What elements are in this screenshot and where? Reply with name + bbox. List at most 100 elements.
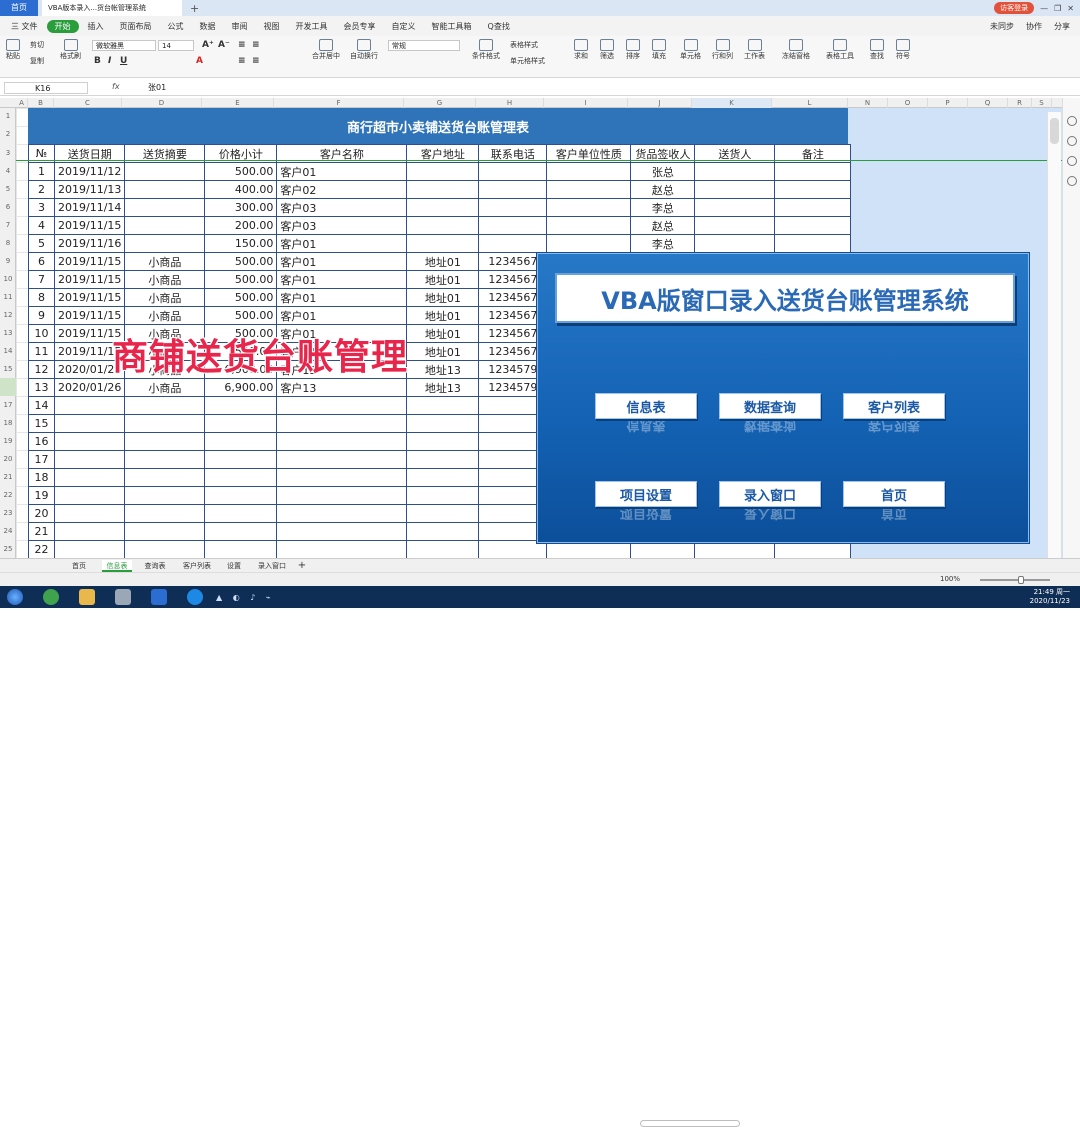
cell-address[interactable] bbox=[406, 216, 480, 235]
cell-date[interactable] bbox=[53, 414, 126, 433]
menu-item-page-layout[interactable]: 页面布局 bbox=[113, 21, 159, 32]
cell-price[interactable] bbox=[204, 396, 278, 415]
row-header[interactable]: 13 bbox=[0, 329, 16, 337]
cell-no[interactable]: 21 bbox=[28, 522, 55, 541]
tab-document[interactable]: VBA版本录入...货台帐管理系统 bbox=[42, 0, 182, 16]
column-header-s[interactable]: S bbox=[1032, 98, 1052, 108]
menu-item-review[interactable]: 审阅 bbox=[225, 21, 255, 32]
cell-date[interactable]: 2019/11/16 bbox=[53, 234, 126, 253]
cell-no[interactable]: 12 bbox=[28, 360, 55, 379]
sheet-tab-query[interactable]: 查询表 bbox=[140, 560, 170, 572]
scroll-thumb[interactable] bbox=[1050, 118, 1059, 144]
zoom-level[interactable]: 100% bbox=[940, 575, 960, 583]
cell-price[interactable] bbox=[204, 522, 278, 541]
property-tool-icon[interactable] bbox=[1067, 136, 1077, 146]
row-header[interactable]: 9 bbox=[0, 257, 16, 265]
cell-customer[interactable] bbox=[276, 450, 408, 469]
cell-no[interactable]: 16 bbox=[28, 432, 55, 451]
column-header-j[interactable]: J bbox=[628, 98, 692, 108]
column-header-o[interactable]: O bbox=[888, 98, 928, 108]
cell-remark[interactable] bbox=[774, 234, 852, 253]
cell-address[interactable] bbox=[406, 162, 480, 181]
sum-button[interactable]: 求和 bbox=[574, 39, 588, 61]
row-header[interactable]: 17 bbox=[0, 401, 16, 409]
row-header[interactable]: 19 bbox=[0, 437, 16, 445]
cell-phone[interactable] bbox=[478, 162, 548, 181]
row-header[interactable]: 12 bbox=[0, 311, 16, 319]
cond-format-button[interactable]: 条件格式 bbox=[472, 39, 500, 61]
formula-input[interactable]: 张01 bbox=[148, 82, 166, 93]
row-header[interactable]: 15 bbox=[0, 365, 16, 373]
new-tab-icon[interactable]: + bbox=[190, 2, 199, 15]
cell-address[interactable] bbox=[406, 414, 480, 433]
taskbar-app[interactable] bbox=[144, 586, 174, 608]
fill-button[interactable]: 填充 bbox=[652, 39, 666, 61]
start-button[interactable] bbox=[0, 586, 30, 608]
taskbar-app[interactable] bbox=[108, 586, 138, 608]
cell-date[interactable]: 2019/11/15 bbox=[53, 216, 126, 235]
menu-file[interactable]: 三 文件 bbox=[4, 21, 45, 32]
cell-summary[interactable] bbox=[124, 180, 206, 199]
cell-price[interactable] bbox=[204, 540, 278, 559]
cell-date[interactable] bbox=[53, 468, 126, 487]
cell-no[interactable]: 10 bbox=[28, 324, 55, 343]
align-center-icon[interactable]: ≡ bbox=[252, 56, 260, 66]
cell-price[interactable]: 150.00 bbox=[204, 234, 278, 253]
cell-date[interactable] bbox=[53, 522, 126, 541]
select-tool-icon[interactable] bbox=[1067, 116, 1077, 126]
cell-address[interactable] bbox=[406, 396, 480, 415]
cell-summary[interactable] bbox=[124, 432, 206, 451]
cell-customer[interactable]: 客户01 bbox=[276, 270, 408, 289]
cell-remark[interactable] bbox=[774, 180, 852, 199]
bold-button[interactable]: B bbox=[94, 56, 101, 66]
cell-price[interactable]: 500.00 bbox=[204, 252, 278, 271]
cell-summary[interactable] bbox=[124, 504, 206, 523]
menu-item-developer[interactable]: 开发工具 bbox=[289, 21, 335, 32]
cell-signer[interactable]: 李总 bbox=[630, 234, 696, 253]
cell-address[interactable] bbox=[406, 432, 480, 451]
cell-deliverer[interactable] bbox=[694, 198, 776, 217]
cell-summary[interactable] bbox=[124, 522, 206, 541]
cell-remark[interactable] bbox=[774, 198, 852, 217]
cell-customer[interactable]: 客户03 bbox=[276, 216, 408, 235]
column-header-d[interactable]: D bbox=[122, 98, 202, 108]
column-header-b[interactable]: B bbox=[28, 98, 54, 108]
cell-no[interactable]: 11 bbox=[28, 342, 55, 361]
freeze-panes-button[interactable]: 冻结窗格 bbox=[782, 39, 810, 61]
row-header[interactable]: 25 bbox=[0, 545, 16, 553]
column-header-q[interactable]: Q bbox=[968, 98, 1008, 108]
row-header[interactable]: 8 bbox=[0, 239, 16, 247]
cell-price[interactable]: 300.00 bbox=[204, 198, 278, 217]
cell-summary[interactable] bbox=[124, 216, 206, 235]
row-header[interactable]: 4 bbox=[0, 167, 16, 175]
cell-date[interactable] bbox=[53, 396, 126, 415]
column-header-h[interactable]: H bbox=[476, 98, 544, 108]
cell-customer[interactable]: 客户01 bbox=[276, 288, 408, 307]
column-header-n[interactable]: N bbox=[848, 98, 888, 108]
cell-price[interactable]: 500.00 bbox=[204, 288, 278, 307]
worksheet-button[interactable]: 工作表 bbox=[744, 39, 765, 61]
cell-date[interactable]: 2019/11/12 bbox=[53, 162, 126, 181]
cell-no[interactable]: 4 bbox=[28, 216, 55, 235]
cell-price[interactable]: 500.00 bbox=[204, 306, 278, 325]
row-header[interactable]: 20 bbox=[0, 455, 16, 463]
cell-no[interactable]: 8 bbox=[28, 288, 55, 307]
taskbar-app[interactable] bbox=[180, 586, 210, 608]
menu-item-insert[interactable]: 插入 bbox=[81, 21, 111, 32]
cell-date[interactable]: 2020/01/26 bbox=[53, 378, 126, 397]
cell-address[interactable] bbox=[406, 450, 480, 469]
cell-phone[interactable] bbox=[478, 198, 548, 217]
cell-no[interactable]: 18 bbox=[28, 468, 55, 487]
clock[interactable]: 21:49 周一 2020/11/23 bbox=[1030, 588, 1080, 606]
row-header[interactable]: 14 bbox=[0, 347, 16, 355]
menu-item-formula[interactable]: 公式 bbox=[161, 21, 191, 32]
menu-item-smart-tools[interactable]: 智能工具箱 bbox=[425, 21, 479, 32]
settings-icon[interactable] bbox=[1067, 176, 1077, 186]
cell-unit-type[interactable] bbox=[546, 234, 632, 253]
sheet-tab-info[interactable]: 信息表 bbox=[102, 560, 132, 572]
share-button[interactable]: 分享 bbox=[1054, 21, 1070, 32]
row-header[interactable]: 18 bbox=[0, 419, 16, 427]
cell-signer[interactable]: 赵总 bbox=[630, 180, 696, 199]
cell-summary[interactable] bbox=[124, 450, 206, 469]
sync-status[interactable]: 未同步 bbox=[990, 21, 1014, 32]
